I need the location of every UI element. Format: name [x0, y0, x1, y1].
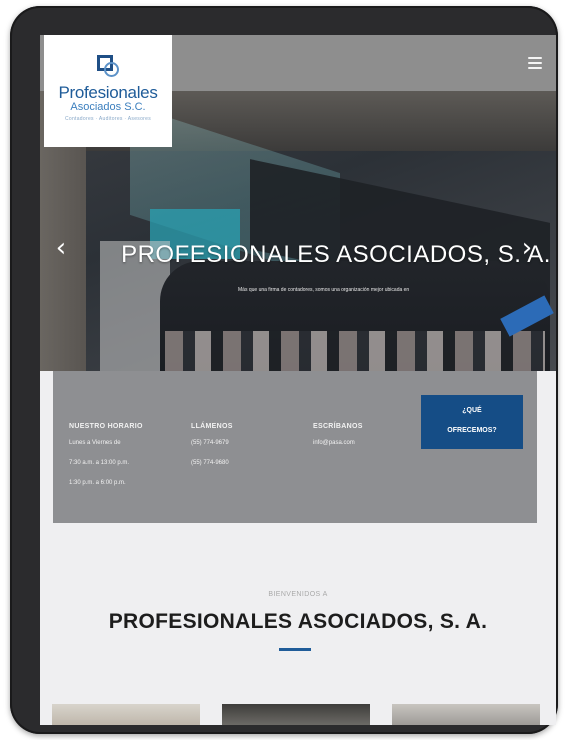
gallery-thumbnail[interactable] — [52, 704, 200, 725]
welcome-title: PROFESIONALES ASOCIADOS, S. A. — [108, 610, 488, 633]
hours-line: Lunes a Viernes de — [69, 440, 121, 446]
tablet-frame: Profesionales Asociados S.C. Contadores … — [10, 6, 558, 734]
hero-title: PROFESIONALES ASOCIADOS, S. A. — [121, 241, 551, 268]
phone-link[interactable]: (55) 774-9679 — [191, 440, 233, 446]
welcome-kicker: BIENVENIDOS A — [268, 591, 328, 598]
hero-photo-front-row — [165, 331, 545, 371]
cta-line: OFRECEMOS? — [447, 427, 497, 434]
call-column: LLÁMENOS (55) 774-9679 (55) 774-9680 — [191, 423, 233, 480]
hours-line: 1:30 p.m. a 6:00 p.m. — [69, 480, 126, 486]
title-underline — [279, 648, 311, 651]
logo-sub: Asociados S.C. — [70, 101, 146, 113]
screen: Profesionales Asociados S.C. Contadores … — [40, 35, 556, 725]
logo[interactable]: Profesionales Asociados S.C. Contadores … — [44, 35, 172, 147]
logo-tagline: Contadores · Auditores · Asesores — [64, 116, 152, 122]
logo-name: Profesionales — [58, 83, 158, 102]
write-column: ESCRÍBANOS info@pasa.com — [313, 423, 363, 460]
info-band: NUESTRO HORARIO Lunes a Viernes de 7:30 … — [53, 371, 537, 523]
logo-mark-icon — [95, 53, 121, 79]
hero-subtitle: Más que una firma de contadores, somos u… — [238, 287, 410, 293]
call-heading: LLÁMENOS — [191, 423, 233, 430]
what-we-offer-button[interactable]: ¿QUÉ OFRECEMOS? — [421, 395, 523, 449]
gallery-thumbnail[interactable] — [222, 704, 370, 725]
cta-line: ¿QUÉ — [462, 407, 482, 414]
hours-heading: NUESTRO HORARIO — [69, 423, 143, 430]
hours-line: 7:30 a.m. a 13:00 p.m. — [69, 460, 130, 466]
chevron-right-icon[interactable]: › — [520, 235, 534, 261]
gallery-thumbnail[interactable] — [392, 704, 540, 725]
email-link[interactable]: info@pasa.com — [313, 440, 363, 446]
phone-link[interactable]: (55) 774-9680 — [191, 460, 233, 466]
hamburger-menu-icon[interactable] — [528, 57, 542, 69]
chevron-left-icon[interactable]: ‹ — [54, 235, 68, 261]
hours-column: NUESTRO HORARIO Lunes a Viernes de 7:30 … — [69, 423, 143, 500]
write-heading: ESCRÍBANOS — [313, 423, 363, 430]
